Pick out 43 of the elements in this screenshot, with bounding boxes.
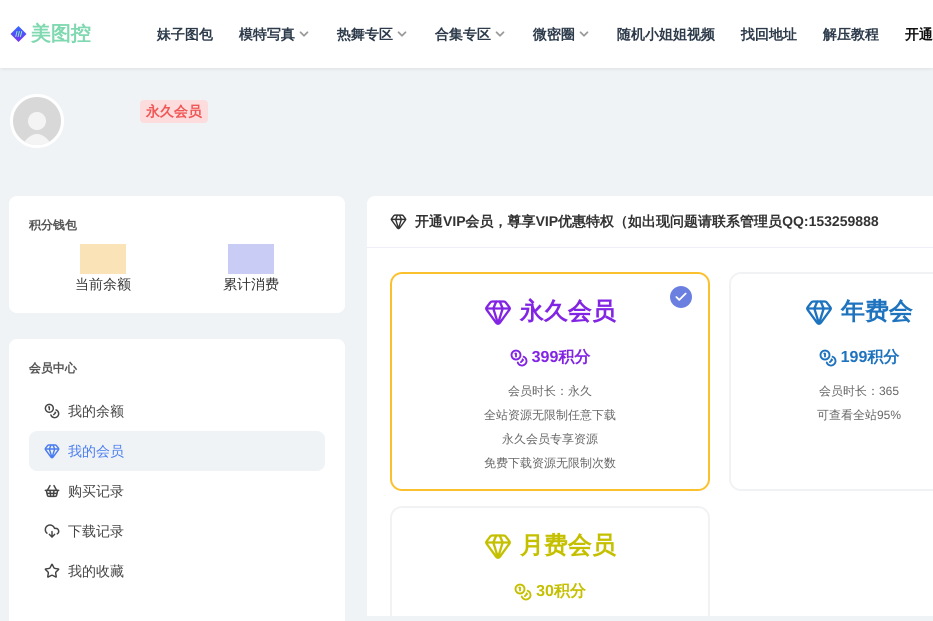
menu-item[interactable]: 购买记录: [29, 471, 325, 511]
plan-feature: 全站资源无限制任意下载: [484, 407, 616, 424]
plan-feature: 会员时长：永久: [508, 383, 592, 400]
stat-label: 累计消费: [223, 275, 279, 294]
plan-card[interactable]: 年费会 199积分 会员时长：365 可查看全站95%: [729, 272, 933, 491]
check-badge-icon: [670, 286, 692, 308]
vip-heading: 开通VIP会员，尊享VIP优惠特权（如出现问题请联系管理员QQ:153259888: [415, 212, 879, 231]
stat-label: 当前余额: [75, 275, 131, 294]
plan-name: 年费会: [841, 297, 913, 327]
nav-link[interactable]: 微密圈: [533, 24, 591, 44]
star-icon: [44, 563, 60, 579]
wallet-title: 积分钱包: [29, 217, 78, 234]
menu-item[interactable]: 下载记录: [29, 511, 325, 551]
plan-feature: 免费下载资源无限制次数: [484, 455, 616, 472]
nav-link[interactable]: 随机小姐姐视频: [617, 24, 715, 44]
basket-icon: [44, 483, 60, 499]
nav-link[interactable]: 妹子图包: [157, 24, 213, 44]
plan-name: 月费会员: [520, 531, 616, 561]
plan-price: 30积分: [536, 582, 586, 602]
cloud-download-icon: [44, 523, 60, 539]
nav-link[interactable]: 热舞专区: [337, 24, 409, 44]
plan-feature: 可查看全站95%: [816, 407, 902, 424]
gem-icon: [44, 443, 60, 459]
nav-link[interactable]: 开通: [905, 24, 933, 44]
membership-badge: 永久会员: [140, 100, 208, 122]
plan-name: 永久会员: [520, 297, 616, 327]
nav-link[interactable]: 解压教程: [823, 24, 879, 44]
menu-item[interactable]: 我的余额: [29, 391, 325, 431]
plan-price: 399积分: [532, 348, 590, 368]
plan-feature: 会员时长：365: [818, 383, 900, 400]
plan-card[interactable]: 永久会员 399积分 会员时长：永久 全站资源无限制任意下载 永久会员专享资源 免费下载资源无限制次数: [390, 272, 710, 491]
member-center-title: 会员中心: [29, 360, 78, 377]
nav-link[interactable]: 找回地址: [741, 24, 797, 44]
plan-price: 199积分: [840, 348, 900, 368]
coins-icon: [510, 349, 528, 367]
nav-link[interactable]: 模特写真: [239, 24, 311, 44]
gem-icon: [390, 213, 407, 230]
coins-icon: [818, 349, 837, 367]
coins-icon: [514, 583, 532, 601]
plan-feature: 永久会员专享资源: [502, 431, 598, 448]
menu-item[interactable]: 我的收藏: [29, 551, 325, 591]
nav-link[interactable]: 合集专区: [435, 24, 507, 44]
coins-icon: [44, 403, 60, 419]
